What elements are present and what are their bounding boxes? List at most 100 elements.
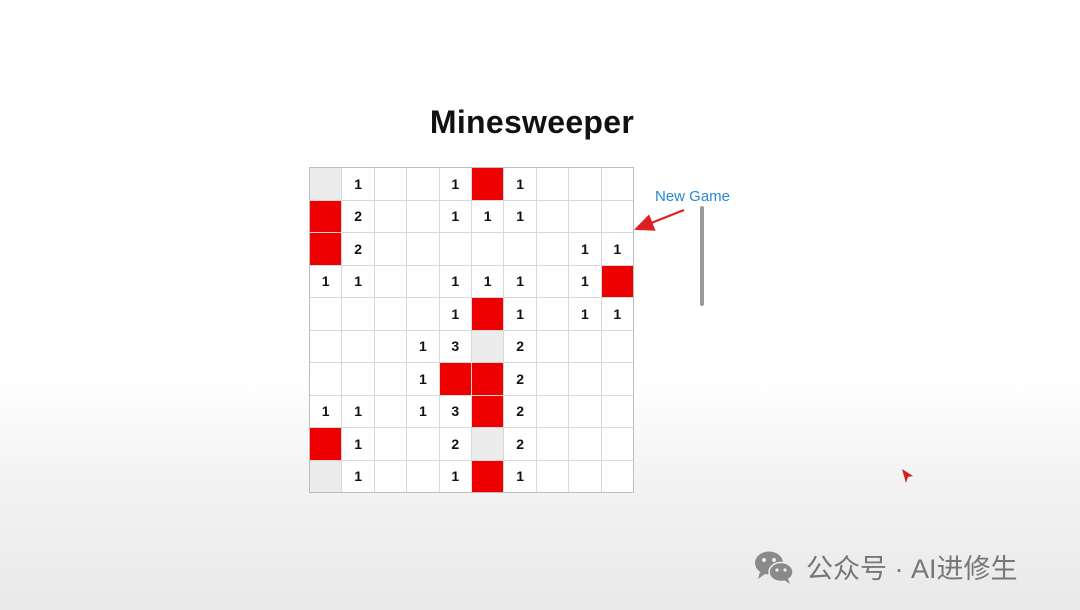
board-cell[interactable] [536, 233, 569, 265]
mine-cell[interactable] [310, 233, 342, 265]
scrollbar[interactable] [700, 206, 704, 306]
mine-cell[interactable] [471, 298, 504, 330]
board-cell[interactable]: 2 [439, 428, 471, 460]
mine-cell[interactable] [471, 168, 504, 200]
board-cell[interactable] [536, 460, 569, 492]
board-cell[interactable]: 1 [439, 200, 471, 232]
board-cell[interactable]: 3 [439, 395, 471, 427]
board-cell[interactable]: 1 [471, 200, 504, 232]
board-cell[interactable]: 1 [439, 168, 471, 200]
mine-cell[interactable] [310, 200, 342, 232]
board-cell[interactable]: 1 [504, 200, 536, 232]
board-cell[interactable] [536, 265, 569, 297]
board-cell[interactable] [374, 330, 407, 362]
board-cell[interactable] [407, 200, 439, 232]
board-cell[interactable] [569, 395, 601, 427]
board-cell[interactable] [310, 330, 342, 362]
mine-cell[interactable] [471, 460, 504, 492]
board-cell[interactable] [310, 298, 342, 330]
board-cell[interactable] [374, 460, 407, 492]
board-cell[interactable] [601, 395, 633, 427]
board-cell[interactable]: 1 [504, 298, 536, 330]
board-cell[interactable] [471, 233, 504, 265]
board-cell[interactable] [342, 298, 374, 330]
board-cell[interactable]: 2 [504, 395, 536, 427]
board-cell[interactable] [601, 200, 633, 232]
board-cell[interactable]: 1 [601, 233, 633, 265]
board-cell[interactable]: 1 [407, 330, 439, 362]
new-game-button[interactable]: New Game [655, 188, 730, 205]
board-cell[interactable] [439, 233, 471, 265]
board-cell[interactable] [536, 298, 569, 330]
board-cell[interactable] [504, 233, 536, 265]
board-cell[interactable] [374, 233, 407, 265]
board-cell[interactable] [342, 330, 374, 362]
mine-cell[interactable] [439, 363, 471, 395]
mine-cell[interactable] [471, 363, 504, 395]
board-cell[interactable]: 1 [569, 233, 601, 265]
board-cell[interactable]: 2 [342, 200, 374, 232]
board-cell[interactable] [601, 428, 633, 460]
unrevealed-cell[interactable] [471, 330, 504, 362]
mine-cell[interactable] [601, 265, 633, 297]
board-cell[interactable]: 2 [504, 428, 536, 460]
board-cell[interactable] [536, 168, 569, 200]
board-cell[interactable] [569, 200, 601, 232]
board-cell[interactable]: 1 [310, 265, 342, 297]
board-cell[interactable] [374, 200, 407, 232]
unrevealed-cell[interactable] [471, 428, 504, 460]
board-cell[interactable] [536, 428, 569, 460]
board-cell[interactable]: 1 [342, 168, 374, 200]
board-cell[interactable]: 1 [569, 265, 601, 297]
board-cell[interactable] [374, 363, 407, 395]
board-cell[interactable]: 1 [601, 298, 633, 330]
board-cell[interactable]: 2 [504, 363, 536, 395]
board-cell[interactable] [601, 363, 633, 395]
unrevealed-cell[interactable] [310, 460, 342, 492]
board-cell[interactable] [374, 168, 407, 200]
board-cell[interactable]: 1 [439, 460, 471, 492]
board-cell[interactable] [569, 168, 601, 200]
board-cell[interactable] [407, 428, 439, 460]
board-cell[interactable] [407, 298, 439, 330]
board-cell[interactable]: 1 [569, 298, 601, 330]
board-cell[interactable] [601, 460, 633, 492]
board-cell[interactable] [536, 363, 569, 395]
mine-cell[interactable] [310, 428, 342, 460]
board-cell[interactable] [407, 168, 439, 200]
board-cell[interactable] [536, 395, 569, 427]
board-cell[interactable]: 2 [342, 233, 374, 265]
board-cell[interactable] [569, 460, 601, 492]
board-cell[interactable]: 1 [504, 168, 536, 200]
board-cell[interactable] [374, 298, 407, 330]
board-cell[interactable]: 1 [342, 460, 374, 492]
board-cell[interactable]: 1 [439, 265, 471, 297]
board-cell[interactable]: 1 [439, 298, 471, 330]
board-cell[interactable] [601, 168, 633, 200]
board-cell[interactable]: 1 [342, 395, 374, 427]
board-cell[interactable] [374, 265, 407, 297]
board-cell[interactable]: 1 [504, 265, 536, 297]
board-cell[interactable]: 1 [342, 428, 374, 460]
board-cell[interactable] [407, 265, 439, 297]
board-cell[interactable] [374, 395, 407, 427]
board-cell[interactable] [407, 233, 439, 265]
board-cell[interactable] [342, 363, 374, 395]
board-cell[interactable] [569, 330, 601, 362]
board-cell[interactable] [601, 330, 633, 362]
board-cell[interactable]: 1 [504, 460, 536, 492]
board-cell[interactable]: 1 [407, 395, 439, 427]
minesweeper-board[interactable]: 111211121111111111111321211132122111 [309, 167, 634, 493]
board-cell[interactable] [310, 363, 342, 395]
unrevealed-cell[interactable] [310, 168, 342, 200]
board-cell[interactable]: 3 [439, 330, 471, 362]
board-cell[interactable]: 1 [407, 363, 439, 395]
board-cell[interactable] [374, 428, 407, 460]
board-cell[interactable] [536, 200, 569, 232]
board-cell[interactable]: 1 [471, 265, 504, 297]
board-cell[interactable]: 1 [310, 395, 342, 427]
board-cell[interactable] [569, 428, 601, 460]
board-cell[interactable] [536, 330, 569, 362]
board-cell[interactable]: 2 [504, 330, 536, 362]
board-cell[interactable] [569, 363, 601, 395]
